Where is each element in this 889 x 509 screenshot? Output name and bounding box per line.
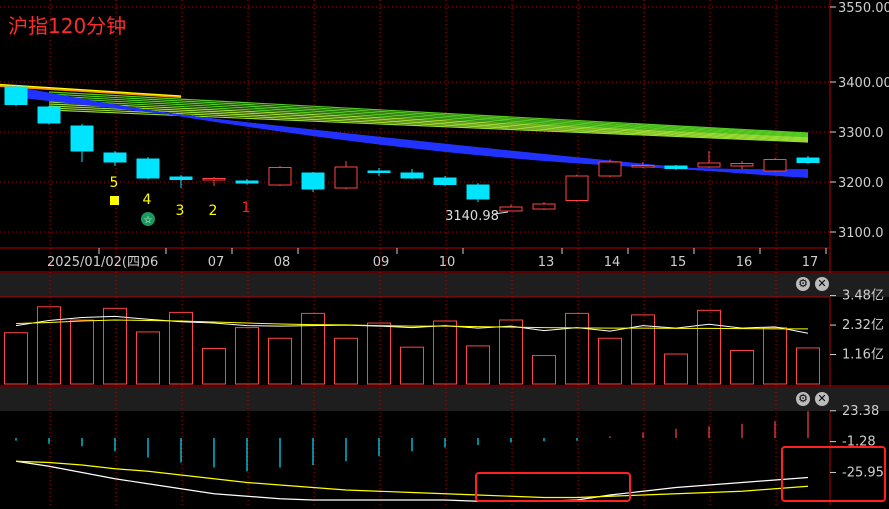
volume-bar (400, 346, 424, 385)
countdown-label: 5 (110, 175, 119, 191)
volume-bar (466, 345, 490, 385)
candle (664, 165, 688, 169)
candle (433, 177, 457, 185)
volume-bar (664, 353, 688, 385)
volume-ma-white (15, 315, 809, 334)
candle (631, 165, 655, 168)
time-axis-label: 14 (604, 255, 621, 270)
volume-bar (697, 309, 721, 385)
volume-bar (730, 349, 754, 385)
candle (565, 175, 589, 201)
candle (70, 125, 94, 152)
ma-green-line (48, 95, 809, 136)
signal-marker (110, 196, 119, 205)
candle (334, 166, 358, 189)
countdown-label: 3 (176, 203, 185, 219)
price-tick-label: 3100.0 (838, 226, 884, 241)
time-axis-label: 06 (142, 255, 159, 270)
candle (202, 178, 226, 181)
candle (4, 86, 28, 105)
candle (532, 203, 556, 210)
volume-bar (499, 319, 523, 385)
volume-tick-label: 3.48亿 (842, 289, 884, 304)
volume-bar (37, 306, 61, 385)
price-tick-label: 3400.00 (838, 76, 889, 91)
volume-bar (136, 331, 160, 385)
candle (367, 170, 391, 173)
ma-green-line (48, 93, 809, 135)
ma-green-line (48, 105, 809, 141)
volume-bar (565, 312, 589, 385)
time-axis-label: 10 (439, 255, 456, 270)
time-axis-label: 16 (736, 255, 753, 270)
candle (169, 176, 193, 180)
volume-bar (169, 311, 193, 385)
gear-icon[interactable]: ⚙ (796, 277, 810, 291)
price-tick-label: 3300.0 (838, 126, 884, 141)
volume-bar (598, 337, 622, 385)
ma-green-line (48, 99, 809, 138)
chart-title: 沪指120分钟 (8, 14, 127, 38)
close-icon[interactable]: ✕ (815, 392, 829, 406)
star-badge-icon: ☆ (144, 215, 153, 226)
candle (103, 152, 127, 163)
candle (268, 167, 292, 186)
stock-chart: 3550.00 3400.00 3300.0 3200.0 3100.0 2025/01/… (0, 0, 889, 505)
candle (697, 162, 721, 168)
macd-header (0, 387, 889, 411)
volume-bar (235, 327, 259, 385)
candle (499, 206, 523, 212)
gear-icon[interactable]: ⚙ (796, 392, 810, 406)
volume-bar (532, 355, 556, 385)
time-axis-label: 08 (274, 255, 291, 270)
countdown-label: 1 (242, 200, 251, 216)
time-axis-label: 13 (538, 255, 555, 270)
time-axis-label: 2025/01/02(四) (47, 255, 145, 270)
time-axis-label: 15 (670, 255, 687, 270)
price-tick-label: 3200.0 (838, 176, 884, 191)
countdown-label: 2 (209, 203, 218, 219)
price-tick-label: 3550.00 (838, 1, 889, 16)
candle (466, 184, 490, 200)
candle (763, 159, 787, 172)
candle (301, 172, 325, 190)
volume-bar (367, 322, 391, 385)
volume-bar (334, 337, 358, 385)
candle (400, 172, 424, 179)
time-axis-label: 09 (373, 255, 390, 270)
volume-bar (70, 319, 94, 385)
low-price-label: 3140.98 (445, 209, 499, 224)
time-axis-label: 17 (802, 255, 819, 270)
candle (730, 163, 754, 167)
time-axis-label: 07 (208, 255, 225, 270)
macd-dea-line (15, 460, 809, 499)
ma-green-line (48, 109, 809, 143)
ma-green-line (48, 97, 809, 137)
candle (598, 161, 622, 177)
ma-green-line (48, 103, 809, 140)
countdown-label: 4 (143, 192, 152, 208)
volume-bar (433, 320, 457, 385)
candle (37, 106, 61, 124)
volume-bar (763, 327, 787, 385)
chart-stage: 3550.00 3400.00 3300.0 3200.0 3100.0 2025/01/… (0, 0, 889, 505)
ma-green-line (48, 101, 809, 139)
close-icon[interactable]: ✕ (815, 277, 829, 291)
candle (235, 180, 259, 184)
macd-dif-line (15, 460, 809, 502)
macd-tick-label: 23.38 (842, 404, 879, 419)
candle (796, 157, 820, 163)
volume-tick-label: 1.16亿 (842, 348, 884, 363)
volume-tick-label: 2.32亿 (842, 318, 884, 333)
volume-bar (796, 347, 820, 385)
volume-bar (202, 347, 226, 385)
candle (136, 158, 160, 179)
volume-bar (268, 337, 292, 385)
volume-bar (4, 332, 28, 385)
macd-tick-label: -25.95 (842, 465, 884, 480)
volume-header (0, 273, 889, 297)
